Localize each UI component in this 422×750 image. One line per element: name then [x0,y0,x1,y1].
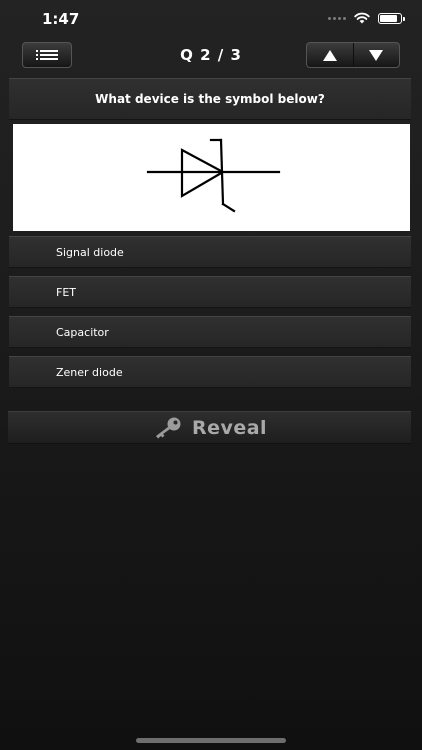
symbol-image-area [13,124,410,231]
wifi-icon [354,12,370,24]
answer-label: Capacitor [56,326,109,339]
home-indicator[interactable] [136,738,286,743]
question-navigation [306,42,400,68]
previous-question-button[interactable] [307,43,353,67]
answer-option[interactable]: Zener diode [9,356,411,388]
battery-icon [378,12,405,24]
battery-level [380,14,397,22]
answer-label: Zener diode [56,366,123,379]
answer-option[interactable]: Capacitor [9,316,411,348]
cellular-signal-icon [328,16,346,20]
down-triangle-icon [369,49,384,61]
answer-option[interactable]: FET [9,276,411,308]
up-triangle-icon [322,49,337,61]
answer-label: FET [56,286,76,299]
reveal-label: Reveal [191,416,268,439]
key-icon [155,417,181,438]
navigation-bar: Q 2 / 3 [0,38,422,74]
reveal-button[interactable]: Reveal [8,411,411,444]
next-question-button[interactable] [352,43,400,67]
answer-label: Signal diode [56,246,124,259]
status-icons [328,12,405,24]
status-time: 1:47 [42,10,80,28]
question-panel: What device is the symbol below? [9,78,411,120]
zener-diode-symbol [146,138,281,213]
status-bar: 1:47 [0,0,422,38]
answer-option[interactable]: Signal diode [9,236,411,268]
question-text: What device is the symbol below? [95,92,325,106]
